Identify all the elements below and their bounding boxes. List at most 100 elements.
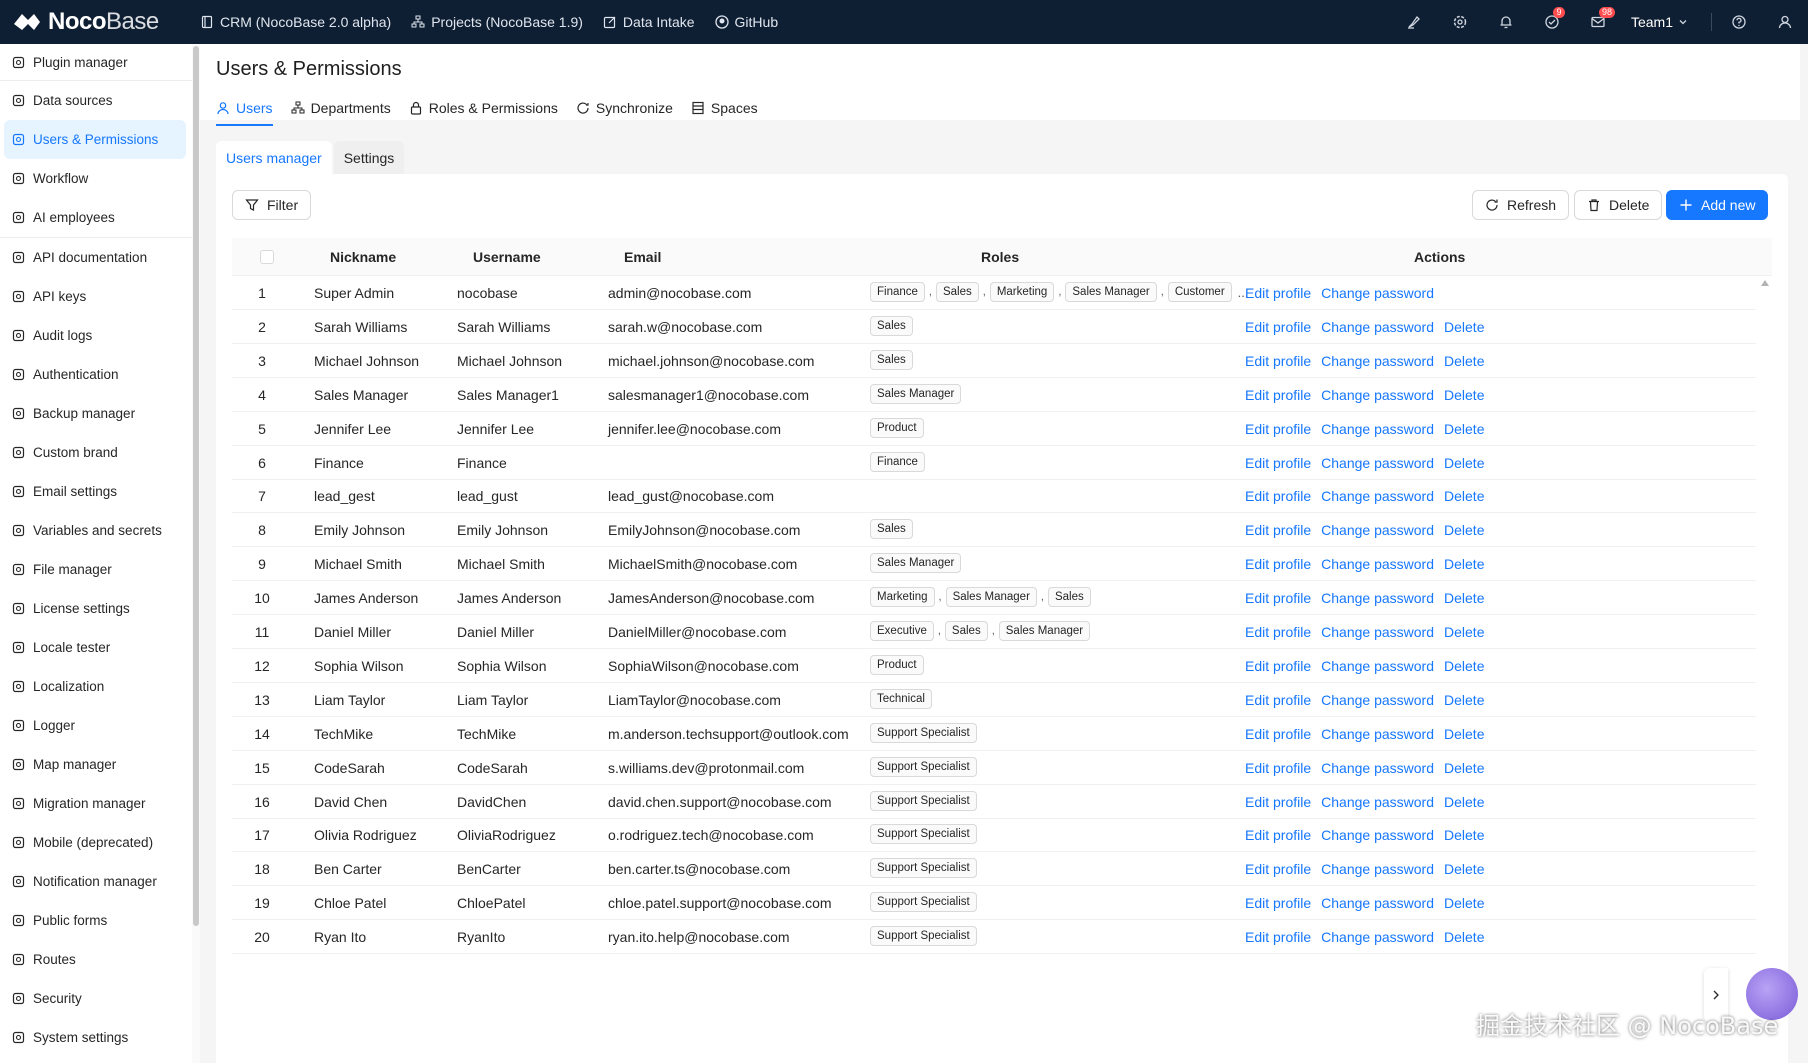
delete-link[interactable]: Delete [1444,827,1484,843]
table-row[interactable]: 2 Sarah Williams Sarah Williams sarah.w@noc… [232,310,1756,344]
change-password-link[interactable]: Change password [1321,827,1434,843]
change-password-link[interactable]: Change password [1321,353,1434,369]
sidebar-scrollbar[interactable] [192,44,200,1063]
sidebar-item-map-manager[interactable]: Map manager [0,745,192,784]
toplink-github[interactable]: GitHub [714,14,778,30]
edit-profile-link[interactable]: Edit profile [1245,692,1311,708]
edit-profile-link[interactable]: Edit profile [1245,929,1311,945]
table-row[interactable]: 13 Liam Taylor Liam Taylor LiamTaylor@nocob… [232,683,1756,717]
header-username[interactable]: Username [473,249,541,265]
delete-link[interactable]: Delete [1444,929,1484,945]
edit-profile-link[interactable]: Edit profile [1245,590,1311,606]
change-password-link[interactable]: Change password [1321,488,1434,504]
sidebar-item-api-keys[interactable]: API keys [0,277,192,316]
change-password-link[interactable]: Change password [1321,726,1434,742]
table-row[interactable]: 18 Ben Carter BenCarter ben.carter.ts@nocob… [232,852,1756,887]
help-button[interactable] [1716,0,1762,44]
change-password-link[interactable]: Change password [1321,387,1434,403]
sidebar-item-authentication[interactable]: Authentication [0,355,192,394]
change-password-link[interactable]: Change password [1321,895,1434,911]
table-row[interactable]: 4 Sales Manager Sales Manager1 salesmanager… [232,378,1756,412]
delete-link[interactable]: Delete [1444,455,1484,471]
delete-link[interactable]: Delete [1444,522,1484,538]
change-password-link[interactable]: Change password [1321,861,1434,877]
tab-users[interactable]: Users [216,96,273,126]
edit-profile-link[interactable]: Edit profile [1245,658,1311,674]
edit-profile-link[interactable]: Edit profile [1245,726,1311,742]
delete-link[interactable]: Delete [1444,624,1484,640]
edit-profile-link[interactable]: Edit profile [1245,861,1311,877]
edit-profile-link[interactable]: Edit profile [1245,827,1311,843]
scroll-up-arrow[interactable] [1761,280,1769,286]
settings-button[interactable] [1437,0,1483,44]
subtab-settings[interactable]: Settings [333,141,405,175]
delete-link[interactable]: Delete [1444,556,1484,572]
sidebar-item-system-settings[interactable]: System settings [0,1018,192,1057]
team-selector[interactable]: Team1 [1621,14,1707,30]
sidebar-item-migration-manager[interactable]: Migration manager [0,784,192,823]
subtab-users-manager[interactable]: Users manager [216,141,332,175]
change-password-link[interactable]: Change password [1321,658,1434,674]
edit-profile-link[interactable]: Edit profile [1245,387,1311,403]
user-menu-button[interactable] [1762,0,1808,44]
delete-link[interactable]: Delete [1444,794,1484,810]
table-scrollbar[interactable] [1758,276,1772,1063]
change-password-link[interactable]: Change password [1321,319,1434,335]
sidebar-item-backup-manager[interactable]: Backup manager [0,394,192,433]
notifications-button[interactable] [1483,0,1529,44]
table-row[interactable]: 11 Daniel Miller Daniel Miller DanielMiller… [232,615,1756,649]
change-password-link[interactable]: Change password [1321,692,1434,708]
sidebar-item-custom-brand[interactable]: Custom brand [0,433,192,472]
toplink-data-intake[interactable]: Data Intake [603,14,695,30]
tasks-button[interactable]: 9 [1529,0,1575,44]
tab-departments[interactable]: Departments [291,96,391,120]
change-password-link[interactable]: Change password [1321,522,1434,538]
sidebar-item-license-settings[interactable]: License settings [0,589,192,628]
delete-link[interactable]: Delete [1444,726,1484,742]
edit-profile-link[interactable]: Edit profile [1245,522,1311,538]
header-nickname[interactable]: Nickname [330,249,396,265]
change-password-link[interactable]: Change password [1321,421,1434,437]
table-row[interactable]: 14 TechMike TechMike m.anderson.techsupport… [232,717,1756,751]
change-password-link[interactable]: Change password [1321,624,1434,640]
messages-button[interactable]: 98 [1575,0,1621,44]
change-password-link[interactable]: Change password [1321,794,1434,810]
sidebar-item-data-sources[interactable]: Data sources [0,81,192,120]
delete-link[interactable]: Delete [1444,488,1484,504]
edit-profile-link[interactable]: Edit profile [1245,760,1311,776]
tab-spaces[interactable]: Spaces [691,96,758,120]
delete-link[interactable]: Delete [1444,353,1484,369]
table-row[interactable]: 20 Ryan Ito RyanIto ryan.ito.help@nocobase.… [232,920,1756,955]
logo[interactable]: NocoBase [0,8,200,36]
tab-synchronize[interactable]: Synchronize [576,96,673,120]
delete-link[interactable]: Delete [1444,421,1484,437]
sidebar-item-mobile-deprecated[interactable]: Mobile (deprecated) [0,823,192,862]
sidebar-item-localization[interactable]: Localization [0,667,192,706]
delete-link[interactable]: Delete [1444,895,1484,911]
table-row[interactable]: 16 David Chen DavidChen david.chen.support@… [232,785,1756,819]
edit-profile-link[interactable]: Edit profile [1245,488,1311,504]
table-row[interactable]: 3 Michael Johnson Michael Johnson michael.j… [232,344,1756,378]
sidebar-item-workflow[interactable]: Workflow [0,159,192,198]
delete-link[interactable]: Delete [1444,319,1484,335]
sidebar-item-ai-employees[interactable]: AI employees [0,198,192,237]
sidebar-item-variables-and-secrets[interactable]: Variables and secrets [0,511,192,550]
edit-profile-link[interactable]: Edit profile [1245,455,1311,471]
sidebar-item-security[interactable]: Security [0,979,192,1018]
table-row[interactable]: 12 Sophia Wilson Sophia Wilson SophiaWilson… [232,649,1756,683]
delete-link[interactable]: Delete [1444,861,1484,877]
add-new-button[interactable]: Add new [1666,190,1769,220]
table-row[interactable]: 5 Jennifer Lee Jennifer Lee jennifer.lee@no… [232,412,1756,446]
delete-link[interactable]: Delete [1444,658,1484,674]
sidebar-item-api-documentation[interactable]: API documentation [0,238,192,277]
sidebar-item-audit-logs[interactable]: Audit logs [0,316,192,355]
design-mode-button[interactable] [1391,0,1437,44]
sidebar-scroll-thumb[interactable] [193,46,199,926]
table-row[interactable]: 7 lead_gest lead_gust lead_gust@nocobase.co… [232,479,1756,514]
sidebar-item-file-manager[interactable]: File manager [0,550,192,589]
edit-profile-link[interactable]: Edit profile [1245,556,1311,572]
table-row[interactable]: 19 Chloe Patel ChloePatel chloe.patel.suppo… [232,886,1756,921]
select-all-checkbox[interactable] [260,250,274,264]
delete-link[interactable]: Delete [1444,387,1484,403]
sidebar-item-locale-tester[interactable]: Locale tester [0,628,192,667]
